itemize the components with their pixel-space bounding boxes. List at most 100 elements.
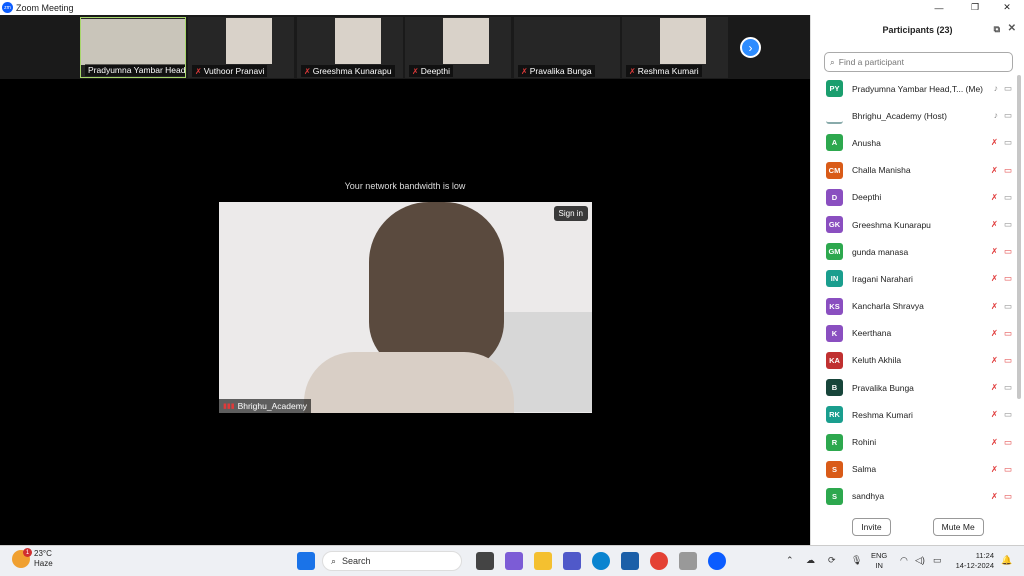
video-icon[interactable]: ▭ — [1004, 192, 1012, 203]
mic-muted-icon[interactable]: ✗ — [991, 464, 998, 475]
avatar: K — [826, 324, 843, 342]
edge-icon[interactable] — [592, 552, 610, 570]
weather-widget[interactable]: 1 23°C Haze — [12, 548, 53, 569]
video-icon[interactable]: ▭ — [1004, 110, 1012, 121]
gallery-tile[interactable]: ✗ Greeshma Kunarapu — [297, 17, 403, 78]
participant-row[interactable]: B Pravalika Bunga ✗ ▭ — [811, 374, 1016, 401]
wifi-icon[interactable]: ◠ — [900, 555, 908, 566]
gallery-tile[interactable]: ✗ Deepthi — [405, 17, 511, 78]
participant-search[interactable]: ⌕ — [824, 52, 1013, 72]
battery-icon[interactable]: ▭ — [933, 555, 942, 566]
clock[interactable]: 11:24 14-12-2024 — [952, 551, 994, 571]
language-indicator[interactable]: ENG IN — [871, 551, 887, 571]
mic-muted-icon[interactable]: ✗ — [991, 355, 998, 366]
participant-name: Iragani Narahari — [852, 273, 913, 284]
chevron-up-icon[interactable]: ⌃ — [786, 555, 794, 566]
participant-row[interactable]: KS Kancharla Shravya ✗ ▭ — [811, 293, 1016, 320]
notification-bell-icon[interactable]: 🔔 — [1001, 555, 1012, 566]
gallery-tile[interactable]: ✗ Vuthoor Pranavi — [188, 17, 294, 78]
chrome-icon[interactable] — [650, 552, 668, 570]
video-icon[interactable]: ▭ — [1004, 83, 1012, 94]
time: 11:24 — [975, 551, 994, 560]
mic-muted-icon[interactable]: ✗ — [991, 301, 998, 312]
cloud-icon[interactable]: ☁ — [806, 555, 815, 566]
volume-icon[interactable]: ◁) — [915, 555, 925, 566]
mic-muted-icon[interactable]: ✗ — [991, 165, 998, 176]
video-off-icon[interactable]: ▭ — [1004, 273, 1012, 284]
participant-row[interactable]: S Salma ✗ ▭ — [811, 456, 1016, 483]
video-off-icon[interactable]: ▭ — [1004, 491, 1012, 502]
sync-icon[interactable]: ⟳ — [828, 555, 836, 566]
participant-row[interactable]: KA Keluth Akhila ✗ ▭ — [811, 347, 1016, 374]
mic-muted-icon[interactable]: ✗ — [991, 409, 998, 420]
chevron-right-icon[interactable]: › — [740, 37, 761, 58]
mic-muted-icon[interactable]: ✗ — [991, 491, 998, 502]
invite-button[interactable]: Invite — [852, 518, 891, 536]
minimize-button[interactable]: — — [922, 0, 956, 15]
close-button[interactable]: ✕ — [990, 0, 1024, 15]
mic-muted-icon[interactable]: ✗ — [991, 328, 998, 339]
taskbar-search[interactable]: ⌕ Search — [322, 551, 462, 571]
participant-row[interactable]: Bhrighu_Academy (Host) ♪ ▭ — [811, 102, 1016, 129]
mic-muted-icon[interactable]: ✗ — [991, 273, 998, 284]
video-off-icon[interactable]: ▭ — [1004, 355, 1012, 366]
mic-icon[interactable]: ♪ — [994, 83, 998, 94]
close-icon[interactable]: ✕ — [1008, 23, 1016, 34]
maximize-button[interactable]: ❐ — [958, 0, 992, 15]
video-icon[interactable]: ▭ — [1004, 409, 1012, 420]
zoom-taskbar-icon[interactable] — [708, 552, 726, 570]
microphone-icon[interactable]: 🎙 — [851, 555, 862, 566]
gallery-tile[interactable]: Pradyumna Yambar Head,... — [80, 17, 186, 78]
avatar: PY — [826, 80, 843, 98]
video-off-icon[interactable]: ▭ — [1004, 328, 1012, 339]
mic-muted-icon[interactable]: ✗ — [991, 382, 998, 393]
participant-row[interactable]: A Anusha ✗ ▭ — [811, 129, 1016, 156]
copilot-icon[interactable] — [505, 552, 523, 570]
mute-me-button[interactable]: Mute Me — [932, 518, 984, 536]
search-label: Search — [342, 556, 371, 566]
popout-icon[interactable]: ⧉ — [994, 24, 1000, 35]
participant-status: ✗ ▭ — [991, 328, 1012, 339]
active-speaker-video[interactable]: Sign in ▮▮▮ Bhrighu_Academy — [219, 202, 592, 413]
windows-start-icon[interactable] — [297, 552, 315, 570]
scrollbar[interactable] — [1017, 75, 1021, 399]
participant-name: Deepthi — [852, 192, 882, 203]
file-explorer-icon[interactable] — [534, 552, 552, 570]
gallery-tile[interactable]: ✗ Pravalika Bunga — [514, 17, 620, 78]
participant-name: Reshma Kumari — [637, 66, 699, 76]
search-input[interactable] — [838, 57, 999, 67]
participant-row[interactable]: PY Pradyumna Yambar Head,T... (Me) ♪ ▭ — [811, 75, 1016, 102]
video-off-icon[interactable]: ▭ — [1004, 437, 1012, 448]
participant-row[interactable]: IN Iragani Narahari ✗ ▭ — [811, 265, 1016, 292]
gallery-tile[interactable]: ✗ Reshma Kumari — [622, 17, 728, 78]
video-icon[interactable]: ▭ — [1004, 137, 1012, 148]
participant-row[interactable]: RK Reshma Kumari ✗ ▭ — [811, 401, 1016, 428]
task-view-icon[interactable] — [476, 552, 494, 570]
signin-button[interactable]: Sign in — [553, 206, 588, 221]
teams-icon[interactable] — [563, 552, 581, 570]
video-off-icon[interactable]: ▭ — [1004, 246, 1012, 257]
video-off-icon[interactable]: ▭ — [1004, 464, 1012, 475]
video-off-icon[interactable]: ▭ — [1004, 165, 1012, 176]
video-icon[interactable]: ▭ — [1004, 219, 1012, 230]
participant-row[interactable]: D Deepthi ✗ ▭ — [811, 184, 1016, 211]
participant-row[interactable]: GM gunda manasa ✗ ▭ — [811, 238, 1016, 265]
mic-muted-icon[interactable]: ✗ — [991, 219, 998, 230]
mic-muted-icon: ✗ — [195, 66, 202, 76]
participant-row[interactable]: R Rohini ✗ ▭ — [811, 428, 1016, 455]
mic-muted-icon[interactable]: ✗ — [991, 246, 998, 257]
video-icon[interactable]: ▭ — [1004, 301, 1012, 312]
mic-muted-icon[interactable]: ✗ — [991, 137, 998, 148]
participant-name: sandhya — [852, 491, 885, 502]
participant-row[interactable]: CM Challa Manisha ✗ ▭ — [811, 157, 1016, 184]
snipping-tool-icon[interactable] — [679, 552, 697, 570]
store-icon[interactable] — [621, 552, 639, 570]
avatar: KA — [826, 351, 843, 369]
participant-row[interactable]: GK Greeshma Kunarapu ✗ ▭ — [811, 211, 1016, 238]
video-icon[interactable]: ▭ — [1004, 382, 1012, 393]
participant-row[interactable]: Ssandhya ✗ ▭ — [811, 483, 1016, 505]
mic-muted-icon[interactable]: ✗ — [991, 437, 998, 448]
participant-row[interactable]: K Keerthana ✗ ▭ — [811, 320, 1016, 347]
mic-icon[interactable]: ♪ — [994, 110, 998, 121]
mic-muted-icon[interactable]: ✗ — [991, 192, 998, 203]
